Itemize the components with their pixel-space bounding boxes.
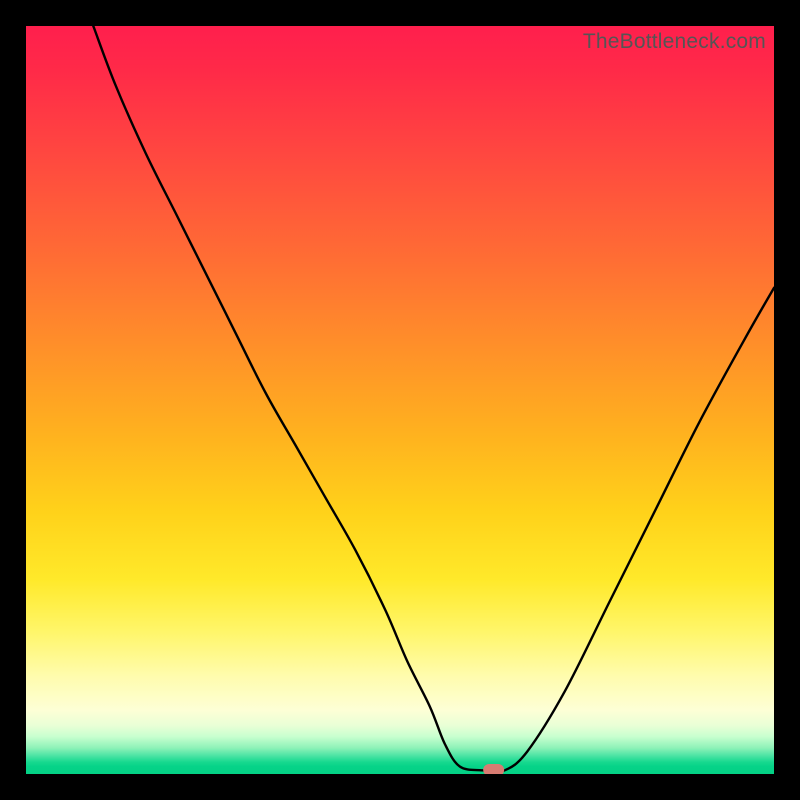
plot-area: TheBottleneck.com bbox=[26, 26, 774, 774]
bottleneck-curve-path bbox=[93, 26, 774, 772]
bottleneck-curve bbox=[26, 26, 774, 774]
optimal-point-marker bbox=[483, 764, 505, 774]
chart-frame: TheBottleneck.com bbox=[0, 0, 800, 800]
